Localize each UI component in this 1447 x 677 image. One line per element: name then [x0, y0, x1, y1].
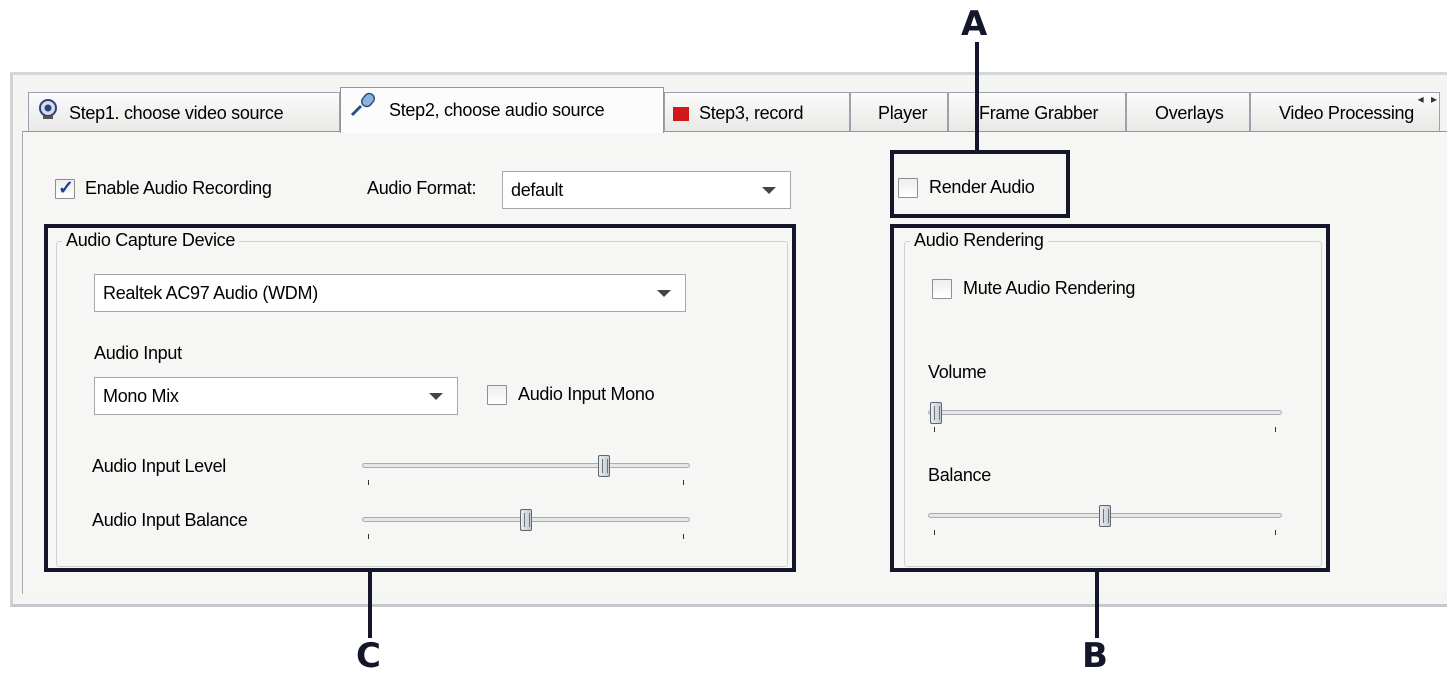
- tab-label: Step3, record: [699, 103, 804, 123]
- audio-format-value: default: [511, 180, 563, 200]
- annotation-label-c: C: [356, 636, 381, 676]
- tab-step3-record[interactable]: Step3, record: [664, 92, 850, 132]
- annotation-line-a: [975, 42, 979, 152]
- tab-label: Overlays: [1155, 103, 1224, 123]
- tab-step1-video-source[interactable]: Step1. choose video source: [28, 92, 340, 132]
- tab-label: Step1. choose video source: [69, 103, 284, 123]
- tab-player[interactable]: Player: [850, 92, 948, 132]
- annotation-line-b: [1095, 570, 1099, 638]
- tab-scroll-arrows[interactable]: ◂ ▸: [1418, 92, 1439, 106]
- annotation-box-b: [890, 224, 1330, 572]
- enable-audio-recording-checkbox[interactable]: ✓: [55, 178, 75, 199]
- checkmark-icon: ✓: [58, 178, 74, 199]
- enable-audio-recording-label: Enable Audio Recording: [85, 178, 272, 198]
- tab-video-processing[interactable]: Video Processing: [1250, 92, 1440, 132]
- tab-step2-audio-source[interactable]: Step2, choose audio source: [340, 87, 664, 133]
- audio-format-label: Audio Format:: [367, 178, 477, 198]
- tab-label: Player: [878, 103, 928, 123]
- tab-label: Video Processing: [1279, 103, 1414, 123]
- tab-overlays[interactable]: Overlays: [1126, 92, 1250, 132]
- microphone-icon: [349, 89, 379, 133]
- record-icon: [673, 107, 689, 122]
- annotation-line-c: [368, 570, 372, 638]
- tab-label: Step2, choose audio source: [389, 100, 605, 120]
- annotation-box-a: [890, 150, 1070, 218]
- webcam-icon: [37, 94, 59, 132]
- annotation-label-a: A: [961, 4, 988, 44]
- tab-label: Frame Grabber: [979, 103, 1099, 123]
- annotation-label-b: B: [1082, 636, 1108, 676]
- chevron-down-icon: [762, 187, 776, 194]
- annotation-box-c: [44, 224, 796, 572]
- audio-format-select[interactable]: default: [502, 171, 791, 209]
